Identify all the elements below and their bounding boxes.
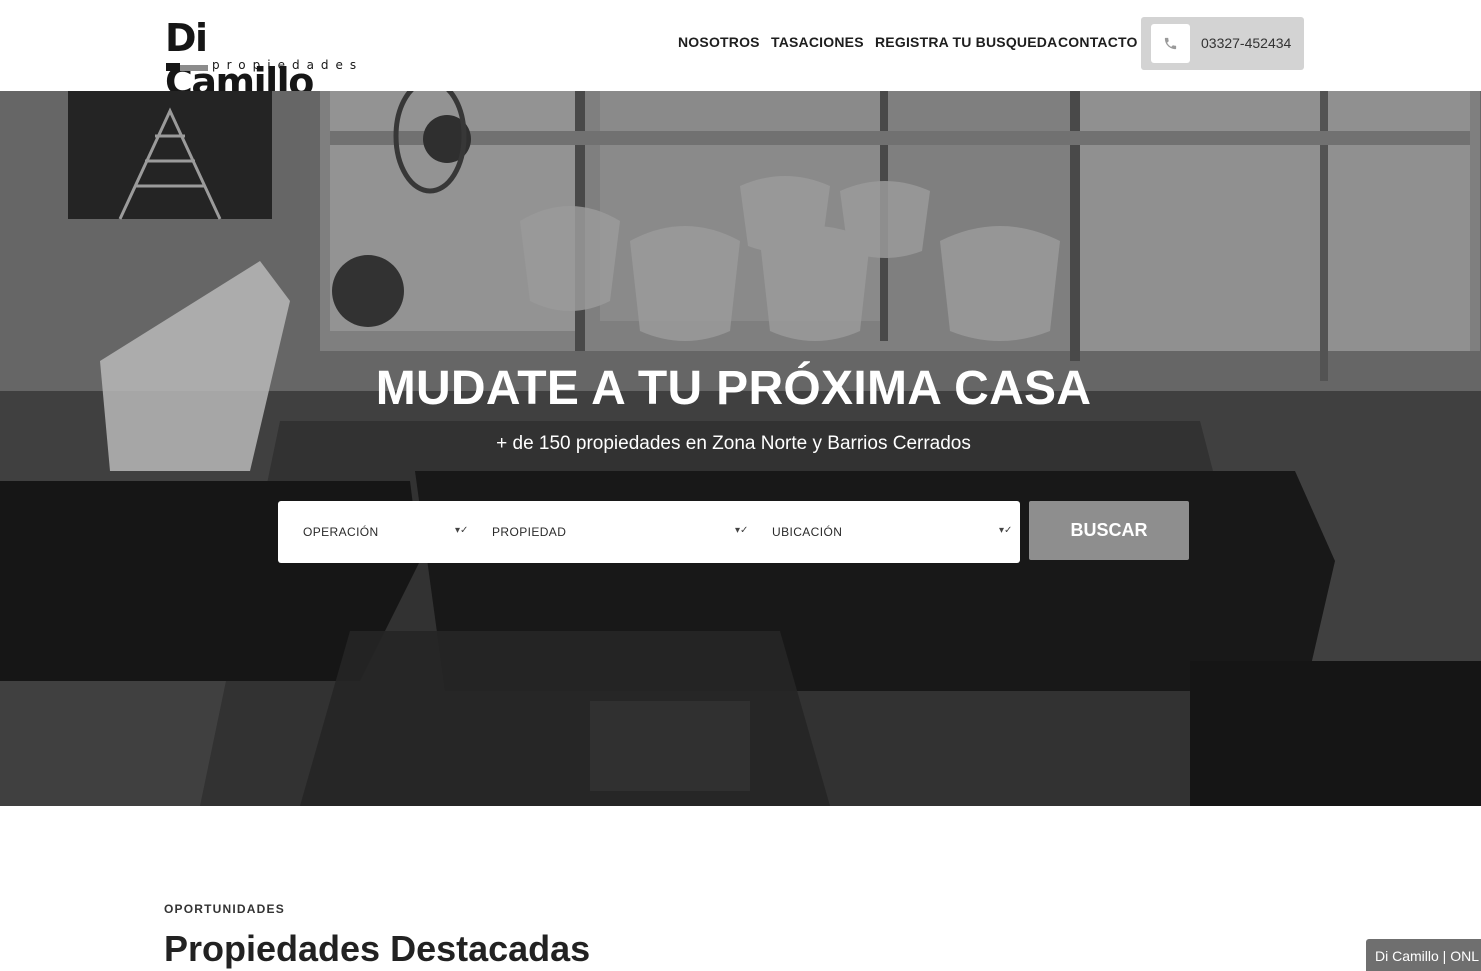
search-button[interactable]: BUSCAR xyxy=(1029,501,1189,560)
operation-select[interactable]: OPERACIÓN ▾✓ xyxy=(278,501,473,563)
nav-item-tasaciones[interactable]: TASACIONES xyxy=(771,34,864,50)
hero-subtitle: + de 150 propiedades en Zona Norte y Bar… xyxy=(496,433,971,454)
site-header: Di Camillo propiedades NOSOTROS TASACION… xyxy=(0,0,1481,104)
phone-icon xyxy=(1151,24,1190,63)
location-select[interactable]: UBICACIÓN ▾✓ xyxy=(753,501,1020,563)
chevron-down-icon: ▾✓ xyxy=(735,525,749,536)
section-eyebrow: OPORTUNIDADES xyxy=(164,902,285,916)
property-type-select-value: PROPIEDAD xyxy=(492,525,567,539)
brand-logo[interactable]: Di Camillo propiedades xyxy=(165,16,365,104)
hero-section: MUDATE A TU PRÓXIMA CASA + de 150 propie… xyxy=(0,91,1481,806)
hero-title: MUDATE A TU PRÓXIMA CASA xyxy=(375,362,1092,415)
nav-item-contacto[interactable]: CONTACTO xyxy=(1058,34,1138,50)
chevron-down-icon: ▾✓ xyxy=(455,525,469,536)
operation-select-value: OPERACIÓN xyxy=(303,525,379,539)
logo-mark-dark xyxy=(166,63,180,71)
chat-widget-tab[interactable]: Di Camillo | ONL xyxy=(1366,939,1481,971)
chevron-down-icon: ▾✓ xyxy=(999,525,1013,536)
property-type-select[interactable]: PROPIEDAD ▾✓ xyxy=(473,501,753,563)
location-select-value: UBICACIÓN xyxy=(772,525,843,539)
nav-item-nosotros[interactable]: NOSOTROS xyxy=(678,34,760,50)
nav-item-registra-tu-busqueda[interactable]: REGISTRA TU BUSQUEDA xyxy=(875,34,1057,50)
phone-number: 03327-452434 xyxy=(1201,35,1292,51)
logo-mark-grey xyxy=(180,65,208,71)
brand-tagline: propiedades xyxy=(212,58,364,72)
section-title: Propiedades Destacadas xyxy=(164,928,591,969)
phone-button[interactable]: 03327-452434 xyxy=(1141,17,1304,70)
property-search-form: OPERACIÓN ▾✓ PROPIEDAD ▾✓ UBICACIÓN ▾✓ xyxy=(278,501,1020,563)
